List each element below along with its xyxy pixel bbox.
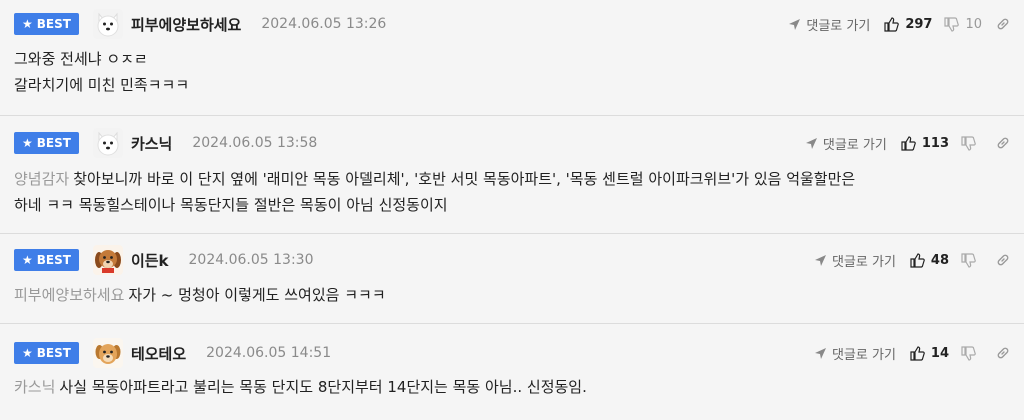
like-count: 14 [930,345,949,361]
dislike-button[interactable] [961,135,982,151]
reply-link[interactable]: 댓글로 가기 [788,15,870,34]
mention-nickname[interactable]: 양념감자 [14,170,69,188]
comment-body: 피부에양보하세요 자가 ~ 멍청아 이렇게도 쓰여있음 ㅋㅋㅋ [14,282,1010,308]
comment-text: 자가 ~ 멍청아 이렇게도 쓰여있음 ㅋㅋㅋ [128,286,386,304]
comment-text-line: 갈라치기에 미친 민족ㅋㅋㅋ [14,76,190,94]
best-badge-label: BEST [36,346,71,360]
like-button[interactable]: 297 [884,17,932,32]
arrow-icon [814,254,827,267]
thumbs-up-icon [910,345,925,361]
reply-link-label: 댓글로 가기 [831,347,896,363]
avatar-white-dog-icon[interactable] [92,9,123,39]
like-count: 297 [905,16,933,32]
star-icon: ★ [22,253,33,267]
dislike-button[interactable]: 10 [944,17,982,32]
author-nickname[interactable]: 카스닉 [131,133,172,154]
reply-link-label: 댓글로 가기 [831,254,896,270]
thumbs-down-icon [944,16,960,32]
comment-item: ★ BEST 카스닉 2024.06.05 13:58 댓글로 가기 113 양… [0,116,1024,234]
reply-link[interactable]: 댓글로 가기 [814,251,896,270]
link-icon[interactable] [996,136,1010,150]
avatar-white-dog-icon[interactable] [92,128,123,158]
like-button[interactable]: 48 [910,253,949,268]
author-nickname[interactable]: 테오테오 [131,343,186,364]
comment-text-line: 양념감자 찾아보니까 바로 이 단지 옆에 '래미안 목동 아델리체', '호반 … [14,166,1010,192]
comment-body: 그와중 전세냐 ㅇㅈㄹ 갈라치기에 미친 민족ㅋㅋㅋ [14,46,1010,98]
best-badge: ★ BEST [14,13,79,35]
best-badge-label: BEST [36,136,71,150]
link-icon[interactable] [996,17,1010,31]
like-button[interactable]: 113 [901,136,949,151]
avatar-brown-dog-icon[interactable] [92,245,123,275]
comment-header: ★ BEST 테오테오 2024.06.05 14:51 댓글로 가기 14 [14,337,1010,369]
comment-text: 사실 목동아파트라고 불리는 목동 단지도 8단지부터 14단지는 목동 아님.… [59,378,587,396]
mention-nickname[interactable]: 피부에양보하세요 [14,286,124,304]
star-icon: ★ [22,17,33,31]
thumbs-up-icon [901,135,916,151]
best-badge: ★ BEST [14,249,79,271]
star-icon: ★ [22,346,33,360]
star-icon: ★ [22,136,33,150]
arrow-icon [814,347,827,360]
comment-date: 2024.06.05 14:51 [206,345,332,361]
like-count: 113 [921,135,949,151]
comment-date: 2024.06.05 13:58 [192,135,318,151]
reply-link-label: 댓글로 가기 [806,18,871,34]
thumbs-down-icon [961,135,976,151]
best-badge: ★ BEST [14,342,79,364]
like-count: 48 [930,252,949,268]
thumbs-up-icon [884,16,900,32]
comment-date: 2024.06.05 13:26 [261,16,387,32]
thumbs-down-icon [961,345,976,361]
thumbs-up-icon [910,252,925,268]
arrow-icon [788,18,801,31]
comment-text-line: 하네 ㅋㅋ 목동힐스테이나 목동단지들 절반은 목동이 아님 신정동이지 [14,196,448,214]
best-badge-label: BEST [36,17,71,31]
comment-body: 카스닉 사실 목동아파트라고 불리는 목동 단지도 8단지부터 14단지는 목동 … [14,374,1010,400]
dislike-button[interactable] [961,252,982,268]
comment-body: 양념감자 찾아보니까 바로 이 단지 옆에 '래미안 목동 아델리체', '호반 … [14,166,1010,218]
thumbs-down-icon [961,252,976,268]
mention-nickname[interactable]: 카스닉 [14,378,55,396]
comment-text-line: 카스닉 사실 목동아파트라고 불리는 목동 단지도 8단지부터 14단지는 목동 … [14,374,1010,400]
reply-link[interactable]: 댓글로 가기 [805,134,887,153]
reply-link[interactable]: 댓글로 가기 [814,344,896,363]
comment-text-line: 피부에양보하세요 자가 ~ 멍청아 이렇게도 쓰여있음 ㅋㅋㅋ [14,282,1010,308]
comment-text-line: 그와중 전세냐 ㅇㅈㄹ [14,50,148,68]
avatar-puppy-icon[interactable] [92,338,123,368]
author-nickname[interactable]: 이든k [131,250,169,271]
comment-header: ★ BEST 피부에양보하세요 2024.06.05 13:26 댓글로 가기 [14,8,1010,40]
best-badge-label: BEST [36,253,71,267]
comment-item: ★ BEST 이든k 2024.06.05 13:30 댓글로 가기 48 피부… [0,234,1024,324]
comment-header: ★ BEST 카스닉 2024.06.05 13:58 댓글로 가기 113 [14,127,1010,159]
comment-item: ★ BEST 테오테오 2024.06.05 14:51 댓글로 가기 14 카… [0,324,1024,420]
comment-item: ★ BEST 피부에양보하세요 2024.06.05 13:26 댓글로 가기 [0,0,1024,116]
comment-header: ★ BEST 이든k 2024.06.05 13:30 댓글로 가기 48 [14,244,1010,276]
best-badge: ★ BEST [14,132,79,154]
arrow-icon [805,137,818,150]
author-nickname[interactable]: 피부에양보하세요 [131,14,241,35]
like-button[interactable]: 14 [910,346,949,361]
reply-link-label: 댓글로 가기 [822,137,887,153]
link-icon[interactable] [996,346,1010,360]
dislike-button[interactable] [961,345,982,361]
comment-date: 2024.06.05 13:30 [188,252,314,268]
link-icon[interactable] [996,253,1010,267]
comment-text: 찾아보니까 바로 이 단지 옆에 '래미안 목동 아델리체', '호반 서밋 목… [73,170,856,188]
dislike-count: 10 [965,16,982,32]
